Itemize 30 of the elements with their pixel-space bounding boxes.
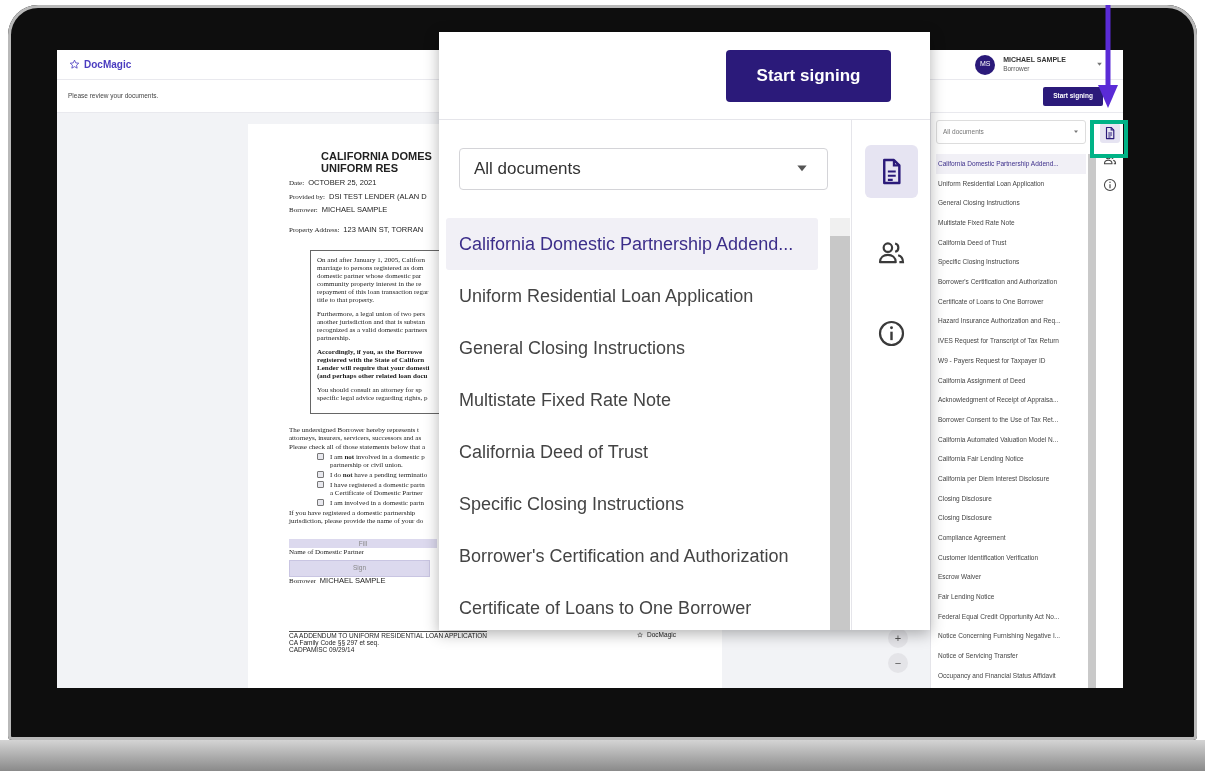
documents-tab[interactable]	[1100, 123, 1120, 143]
zoom-button[interactable]: +	[888, 628, 908, 648]
document-list-item[interactable]: California Domestic Partnership Addend...	[446, 218, 818, 270]
checkbox[interactable]	[317, 480, 324, 488]
checkbox[interactable]	[317, 452, 324, 460]
start-signing-button[interactable]: Start signing	[726, 49, 891, 102]
document-list-item[interactable]: Borrower's Certification and Authorization	[446, 530, 818, 582]
document-list-item[interactable]: Multistate Fixed Rate Note	[446, 374, 818, 426]
document-list-item[interactable]: California Deed of Trust	[446, 426, 818, 478]
zoom-button[interactable]: −	[888, 653, 908, 673]
document-list-item[interactable]: Uniform Residential Loan Application	[446, 270, 818, 322]
star-logo-icon	[69, 59, 80, 70]
document-title: UNIFORM RES	[321, 162, 398, 174]
info-icon	[1103, 178, 1117, 192]
checkbox[interactable]	[317, 470, 324, 478]
caret-icon	[1073, 129, 1079, 135]
highlight-frame	[1090, 120, 1128, 158]
checkbox[interactable]	[317, 498, 324, 506]
logo-text: DocMagic	[84, 58, 132, 72]
documents-tab[interactable]	[864, 145, 918, 198]
document-icon	[1103, 126, 1117, 140]
caret-icon	[1096, 61, 1103, 68]
scrollbar[interactable]	[830, 218, 850, 630]
star-logo-icon	[637, 631, 644, 638]
scrollbar[interactable]	[1088, 154, 1096, 688]
document-filter-dropdown[interactable]: All documents	[459, 148, 828, 190]
document-list-item[interactable]: General Closing Instructions	[446, 322, 818, 374]
document-title: CALIFORNIA DOMES	[321, 150, 432, 162]
info-icon	[876, 319, 906, 348]
document-list-item[interactable]: Specific Closing Instructions	[446, 478, 818, 530]
